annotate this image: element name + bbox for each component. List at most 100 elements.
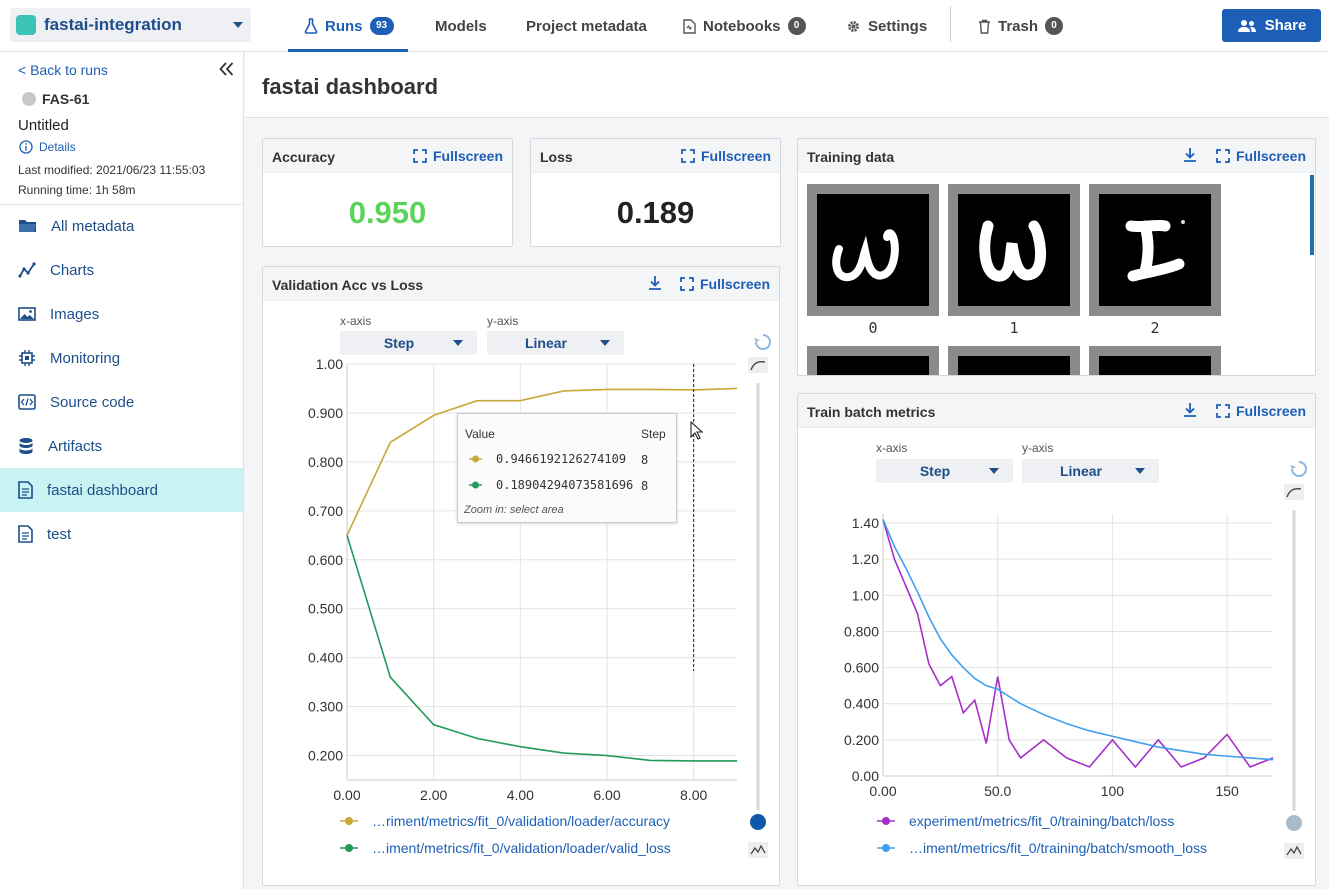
run-status-icon bbox=[22, 92, 36, 106]
raw-data-button bbox=[748, 842, 768, 858]
legend-marker-icon bbox=[340, 844, 358, 852]
y-tick-label: 0.900 bbox=[308, 405, 343, 421]
back-to-runs-link[interactable]: < Back to runs bbox=[18, 62, 108, 78]
training-image-label: 0 bbox=[868, 319, 878, 337]
legend-label: …iment/metrics/fit_0/validation/loader/v… bbox=[372, 840, 671, 856]
sidebar-item-all-metadata[interactable]: All metadata bbox=[0, 204, 243, 248]
legend-item-valid-loss[interactable]: …iment/metrics/fit_0/validation/loader/v… bbox=[340, 840, 671, 856]
download-icon[interactable] bbox=[1182, 147, 1198, 163]
training-image[interactable] bbox=[948, 184, 1080, 316]
sidebar: < Back to runs FAS-61 Untitled Details L… bbox=[0, 52, 244, 889]
run-id-text: FAS-61 bbox=[42, 91, 90, 107]
project-color-icon bbox=[16, 15, 36, 35]
tooltip-step-header: Step bbox=[641, 427, 666, 441]
tab-notebooks[interactable]: Notebooks 0 bbox=[683, 0, 806, 52]
sidebar-item-label: Source code bbox=[50, 393, 135, 411]
database-icon bbox=[19, 438, 33, 454]
notebook-icon bbox=[683, 18, 696, 34]
share-button[interactable]: Share bbox=[1222, 9, 1321, 42]
y-tick-label: 1.00 bbox=[316, 356, 343, 372]
collapse-sidebar-icon[interactable] bbox=[219, 62, 234, 76]
y-tick-label: 0.600 bbox=[844, 660, 879, 676]
mouse-cursor-icon bbox=[690, 421, 704, 440]
sidebar-item-test[interactable]: test bbox=[0, 512, 243, 556]
gear-icon bbox=[848, 20, 859, 32]
series-line-2 bbox=[882, 519, 1274, 761]
y-tick-label: 1.40 bbox=[852, 515, 879, 531]
trash-icon bbox=[979, 19, 990, 34]
project-selector[interactable]: fastai-integration bbox=[10, 8, 251, 42]
fullscreen-label: Fullscreen bbox=[700, 148, 771, 164]
fullscreen-icon bbox=[413, 149, 427, 163]
card-header: Training data Fullscreen bbox=[798, 139, 1315, 173]
y-tick-label: 0.300 bbox=[308, 699, 343, 715]
series-marker-icon bbox=[469, 455, 482, 463]
details-link[interactable]: Details bbox=[19, 140, 76, 154]
digit-image-w bbox=[832, 229, 899, 282]
chart-tooltip: Value Step 0.9466192126274109 8 0.189042… bbox=[457, 413, 677, 523]
code-icon bbox=[18, 394, 36, 410]
x-tick-label: 2.00 bbox=[420, 787, 447, 803]
share-label: Share bbox=[1264, 17, 1307, 34]
tab-runs[interactable]: Runs 93 bbox=[288, 0, 408, 52]
tab-divider bbox=[950, 6, 951, 42]
x-tick-label: 0.00 bbox=[869, 783, 896, 799]
sidebar-item-label: fastai dashboard bbox=[47, 481, 158, 499]
training-image[interactable] bbox=[1089, 346, 1221, 375]
y-tick-label: 0.800 bbox=[308, 454, 343, 470]
tab-project-metadata[interactable]: Project metadata bbox=[526, 0, 647, 52]
tooltip-row: 0.18904294073581696 bbox=[468, 478, 633, 492]
tab-trash-label: Trash bbox=[998, 17, 1039, 35]
x-tick-label: 150 bbox=[1215, 783, 1239, 799]
y-tick-label: 0.800 bbox=[844, 623, 879, 639]
tab-project-metadata-label: Project metadata bbox=[526, 17, 647, 35]
training-image[interactable] bbox=[807, 346, 939, 375]
training-image[interactable] bbox=[1089, 184, 1221, 316]
sidebar-item-source-code[interactable]: Source code bbox=[0, 380, 243, 424]
trash-count-badge: 0 bbox=[1045, 17, 1064, 35]
card-header: Loss Fullscreen bbox=[531, 139, 780, 173]
training-data-title: Training data bbox=[807, 149, 895, 165]
x-tick-label: 6.00 bbox=[593, 787, 620, 803]
run-name: Untitled bbox=[18, 117, 69, 134]
validation-chart[interactable]: 0.00 2.00 4.00 6.00 8.00 1.00 0.900 0.800 0.700 0… bbox=[262, 266, 780, 886]
fullscreen-button[interactable]: Fullscreen bbox=[681, 148, 771, 164]
fullscreen-button[interactable]: Fullscreen bbox=[1216, 148, 1306, 164]
details-label: Details bbox=[39, 140, 76, 154]
legend-item-accuracy[interactable]: …riment/metrics/fit_0/validation/loader/… bbox=[340, 813, 670, 829]
y-tick-label: 0.200 bbox=[844, 732, 879, 748]
tooltip-row-step: 8 bbox=[641, 479, 649, 493]
smoothing-button bbox=[1284, 484, 1304, 500]
smoothing-button bbox=[748, 357, 768, 373]
training-image-label: 1 bbox=[1009, 319, 1019, 337]
tab-runs-label: Runs bbox=[325, 17, 363, 35]
legend-item-smooth-loss[interactable]: …iment/metrics/fit_0/training/batch/smoo… bbox=[877, 840, 1207, 856]
tooltip-value-header: Value bbox=[465, 427, 495, 441]
x-tick-label: 4.00 bbox=[507, 787, 534, 803]
chart-icon bbox=[18, 262, 36, 278]
legend-marker-icon bbox=[877, 817, 895, 825]
tab-settings[interactable]: Settings bbox=[846, 0, 927, 52]
loss-value: 0.189 bbox=[616, 195, 695, 230]
smoothing-slider-handle bbox=[1286, 815, 1302, 831]
sidebar-item-monitoring[interactable]: Monitoring bbox=[0, 336, 243, 380]
sidebar-item-charts[interactable]: Charts bbox=[0, 248, 243, 292]
fullscreen-button[interactable]: Fullscreen bbox=[413, 148, 503, 164]
notebooks-count-badge: 0 bbox=[787, 17, 806, 35]
accuracy-value: 0.950 bbox=[348, 195, 427, 230]
training-image[interactable] bbox=[807, 184, 939, 316]
tab-notebooks-label: Notebooks bbox=[703, 17, 781, 35]
y-tick-label: 0.500 bbox=[308, 601, 343, 617]
legend-item-batch-loss[interactable]: experiment/metrics/fit_0/training/batch/… bbox=[877, 813, 1174, 829]
reset-zoom-icon bbox=[755, 334, 771, 350]
flask-icon bbox=[304, 18, 318, 34]
running-time: Running time: 1h 58m bbox=[18, 183, 136, 197]
sidebar-item-images[interactable]: Images bbox=[0, 292, 243, 336]
training-image[interactable] bbox=[948, 346, 1080, 375]
scrollbar-thumb[interactable] bbox=[1310, 175, 1314, 255]
sidebar-item-artifacts[interactable]: Artifacts bbox=[0, 424, 243, 468]
tab-models[interactable]: Models bbox=[435, 0, 487, 52]
sidebar-item-fastai-dashboard[interactable]: fastai dashboard bbox=[0, 468, 243, 512]
page-title: fastai dashboard bbox=[262, 74, 439, 99]
tab-trash[interactable]: Trash 0 bbox=[978, 0, 1064, 52]
